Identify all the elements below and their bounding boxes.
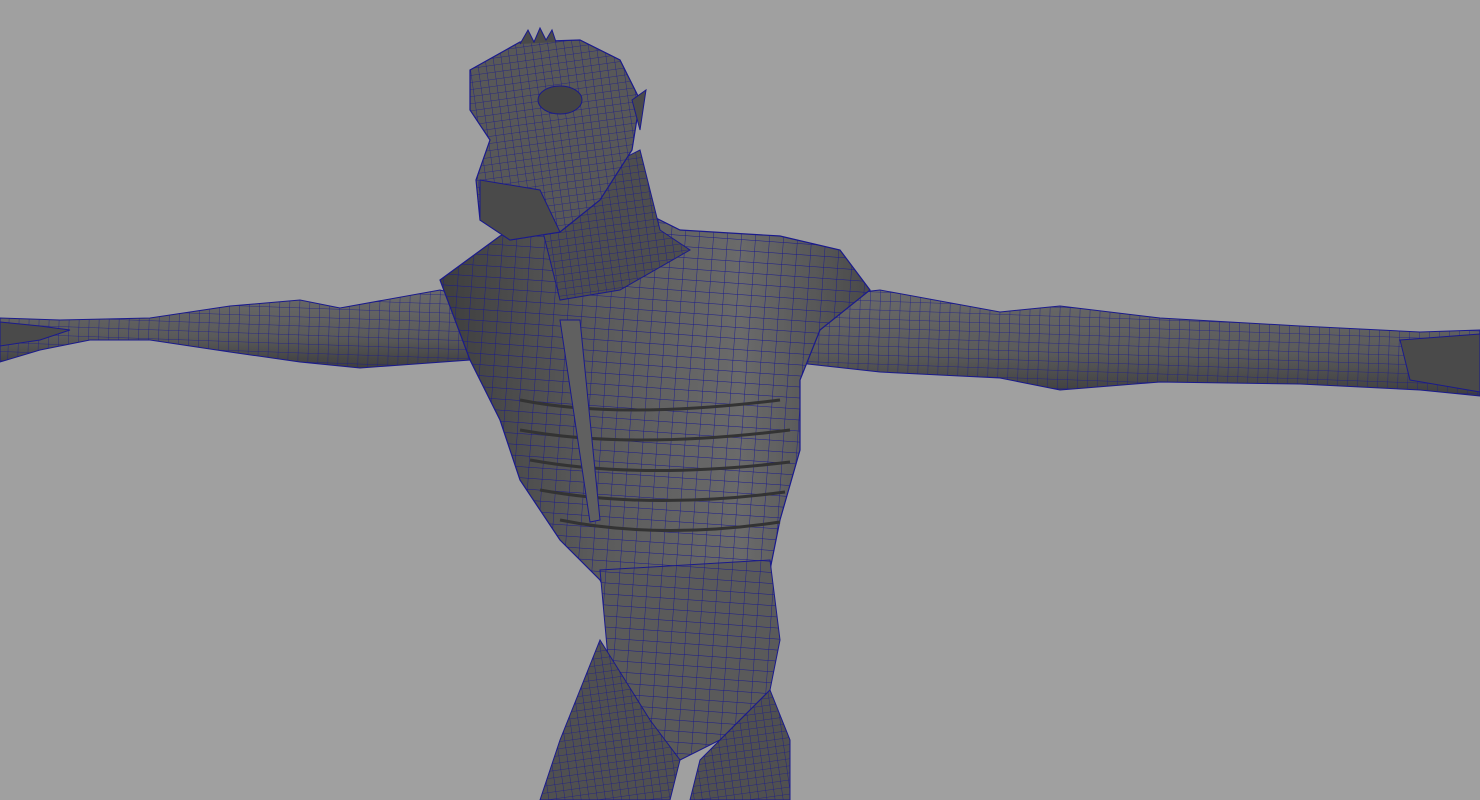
left-arm-mesh[interactable]: [0, 289, 481, 369]
3d-viewport[interactable]: [0, 0, 1480, 800]
viewport-canvas[interactable]: [0, 0, 1480, 800]
right-arm-mesh[interactable]: [789, 289, 1480, 397]
eye-socket-mesh: [537, 85, 583, 115]
crest-spikes: [519, 26, 557, 45]
